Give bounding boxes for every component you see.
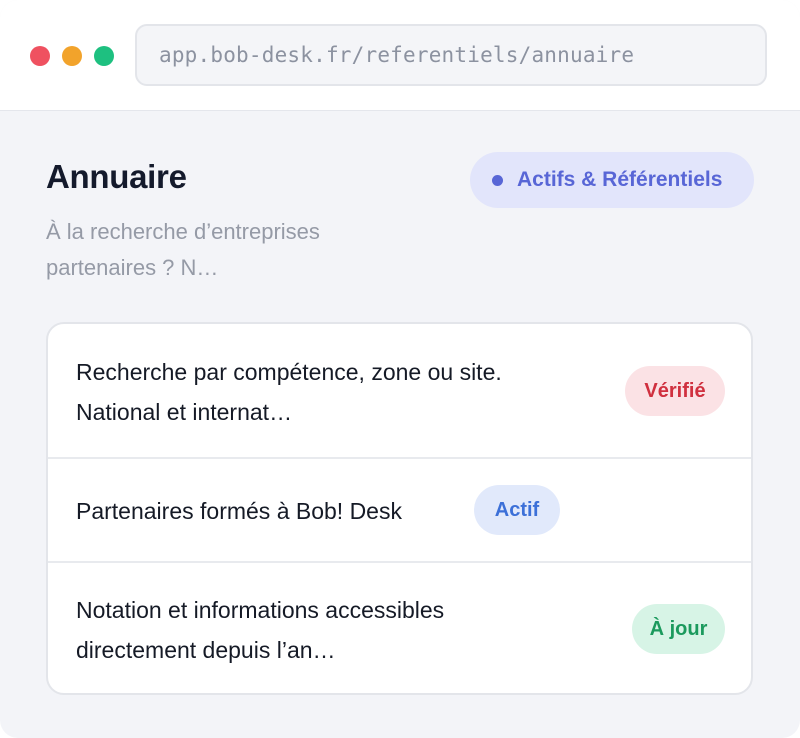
maximize-window-button[interactable] [94,46,114,66]
features-list: Recherche par compétence, zone ou site. … [46,322,753,695]
list-item-line-2: directement depuis l’an… [76,637,336,663]
address-bar-url: app.bob-desk.fr/referentiels/annuaire [159,43,635,67]
dot-icon [492,174,503,186]
page-subtitle-line-1: À la recherche d’entreprises [46,219,320,244]
browser-titlebar: app.bob-desk.fr/referentiels/annuaire [0,0,800,111]
list-item-text: Notation et informations accessibles dir… [76,590,444,670]
list-item-line-1: Partenaires formés à Bob! Desk [76,498,402,524]
page-subtitle: À la recherche d’entreprises partenaires… [46,214,376,286]
list-item-line-1: Notation et informations accessibles [76,597,445,623]
status-badge: Vérifié [625,366,725,416]
status-badge: À jour [632,604,725,654]
category-pill[interactable]: Actifs & Référentiels [470,152,754,208]
minimize-window-button[interactable] [62,46,82,66]
list-item[interactable]: Partenaires formés à Bob! Desk Actif [48,459,751,563]
page-title: Annuaire [46,158,187,195]
address-bar[interactable]: app.bob-desk.fr/referentiels/annuaire [135,24,767,86]
browser-window: app.bob-desk.fr/referentiels/annuaire An… [0,0,800,738]
list-item-line-1: Recherche par compétence, zone ou site. [76,359,502,385]
page-subtitle-line-2: partenaires ? N… [46,255,219,280]
list-item-text: Partenaires formés à Bob! Desk [76,491,402,531]
close-window-button[interactable] [30,46,50,66]
category-pill-label: Actifs & Référentiels [517,168,723,191]
list-item-text: Recherche par compétence, zone ou site. … [76,352,502,432]
status-badge: Actif [474,485,560,535]
list-item[interactable]: Notation et informations accessibles dir… [48,563,751,693]
list-item[interactable]: Recherche par compétence, zone ou site. … [48,324,751,459]
list-item-line-2: National et internat… [76,399,293,425]
